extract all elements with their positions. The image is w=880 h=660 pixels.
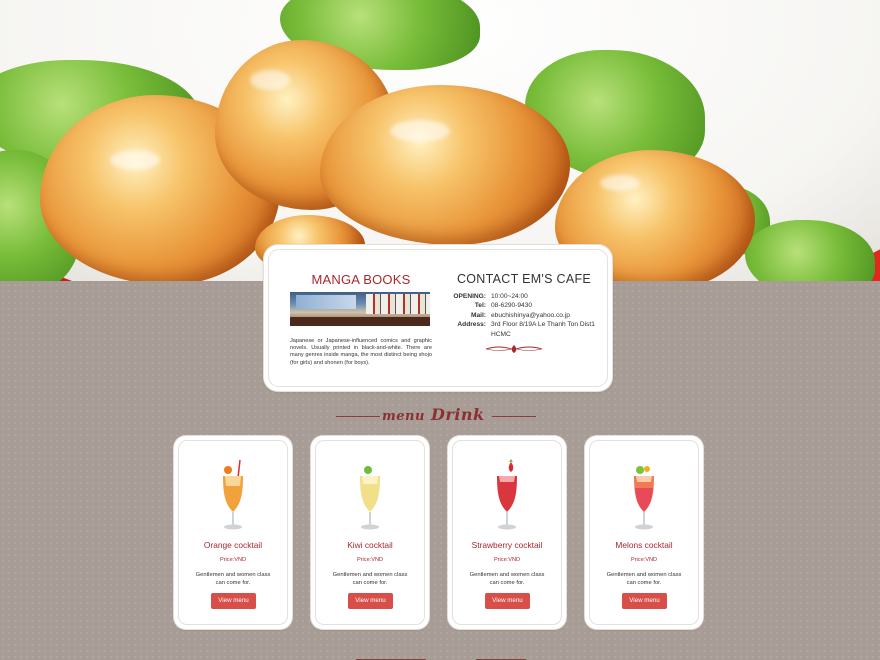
kiwi-cocktail-image (360, 466, 380, 530)
manga-books-section: MANGA BOOKS Japanese or Japanese-influen… (290, 272, 432, 367)
drink-card-strawberry[interactable]: Strawberry cocktail Price:VND Gentlemen … (448, 436, 566, 629)
contact-title: CONTACT EM'S CAFE (456, 272, 592, 286)
drink-card-melons[interactable]: Melons cocktail Price:VND Gentlemen and … (585, 436, 703, 629)
view-menu-button[interactable]: View menu (485, 593, 530, 609)
drink-heading-word: Drink (431, 405, 485, 424)
orange-cocktail-image (223, 459, 243, 530)
contact-section: CONTACT EM'S CAFE OPENING: 10:00~24:00 T… (450, 272, 598, 339)
manga-shop-photo (290, 292, 430, 326)
drink-name: Strawberry cocktail (471, 540, 543, 550)
drink-name: Kiwi cocktail (347, 540, 393, 550)
drink-price: Price:VND (356, 557, 384, 563)
drink-description: Gentlemen and women class can come for. (469, 572, 545, 586)
drink-description: Gentlemen and women class can come for. (195, 572, 271, 586)
ornament-flourish-icon (485, 345, 543, 353)
drink-name: Melons cocktail (615, 540, 673, 550)
view-menu-button[interactable]: View menu (622, 593, 667, 609)
menu-drink-heading: menu Drink (336, 405, 536, 429)
drink-card-orange[interactable]: Orange cocktail Price:VND Gentlemen and … (174, 436, 292, 629)
drink-price: Price:VND (493, 557, 521, 563)
hero-food-photo (0, 0, 880, 281)
contact-details: OPENING: 10:00~24:00 Tel: 08-6290-9430 M… (450, 292, 598, 339)
drink-description: Gentlemen and women class can come for. (332, 572, 408, 586)
drink-price: Price:VND (219, 557, 247, 563)
contact-mail-row: Mail: ebuchishinya@yahoo.co.jp (470, 311, 570, 319)
manga-description: Japanese or Japanese-influenced comics a… (290, 338, 432, 366)
drink-price: Price:VND (630, 557, 658, 563)
next-section-heading (336, 648, 536, 660)
menu-heading-word: menu (382, 409, 425, 424)
contact-opening-row: OPENING: 10:00~24:00 (453, 293, 528, 300)
drink-name: Orange cocktail (203, 540, 263, 550)
melons-cocktail-image (634, 466, 654, 530)
contact-address-row: Address: 3rd Floor 8/19A Le Thanh Ton Di… (457, 321, 595, 338)
contact-tel-row: Tel: 08-6290-9430 (474, 302, 533, 310)
drink-card-kiwi[interactable]: Kiwi cocktail Price:VND Gentlemen and wo… (311, 436, 429, 629)
manga-books-title: MANGA BOOKS (311, 272, 411, 287)
strawberry-cocktail-image (497, 459, 517, 530)
drink-description: Gentlemen and women class can come for. (606, 572, 682, 586)
view-menu-button[interactable]: View menu (211, 593, 256, 609)
info-card: MANGA BOOKS Japanese or Japanese-influen… (264, 245, 612, 391)
view-menu-button[interactable]: View menu (348, 593, 393, 609)
